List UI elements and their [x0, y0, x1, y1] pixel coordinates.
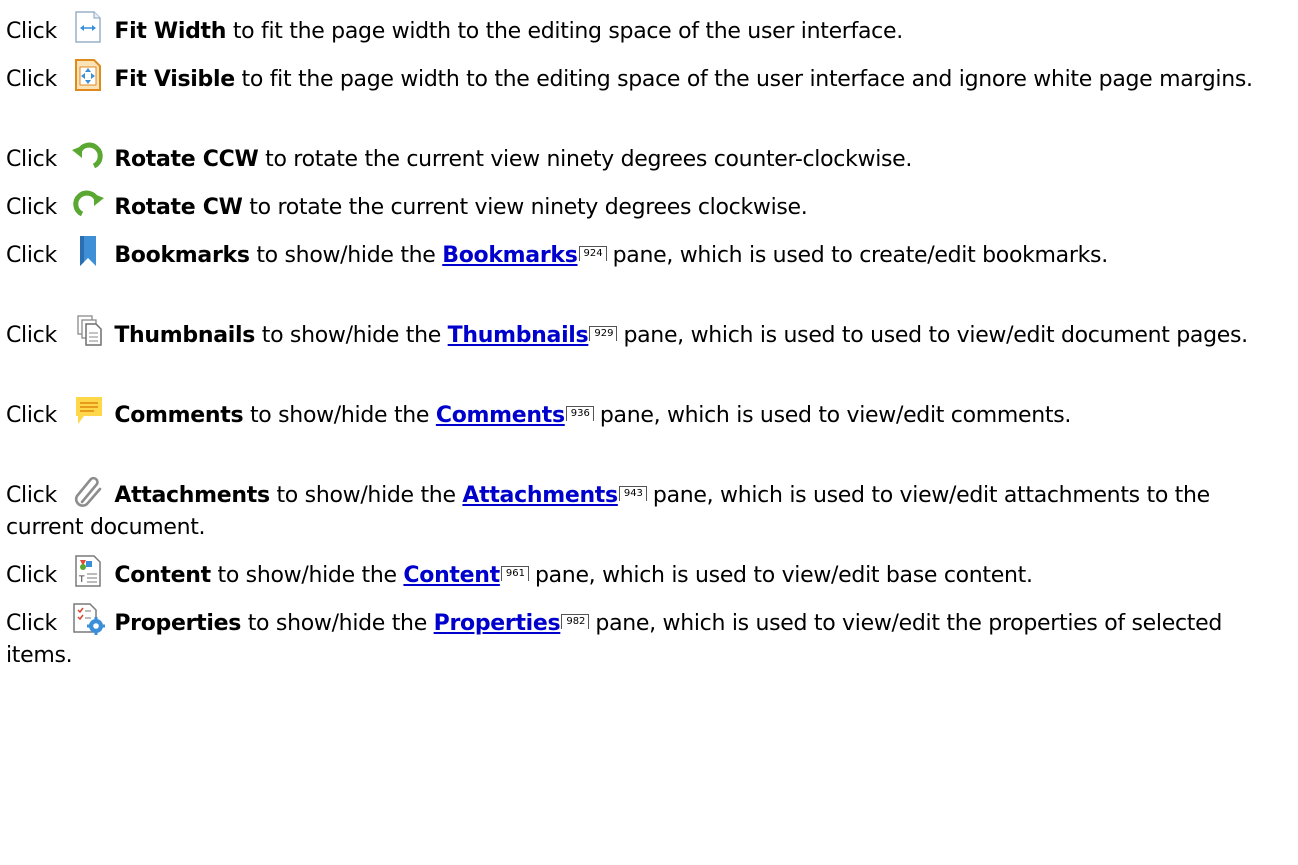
paragraph-properties: Click Properties to show/hide the Proper… [6, 602, 1286, 672]
rotate-cw-description: to rotate the current view ninety degree… [249, 195, 808, 220]
bookmarks-name: Bookmarks [114, 243, 250, 268]
comments-icon [70, 394, 106, 428]
content-name: Content [114, 563, 211, 588]
thumbnails-page-ref: 929 [589, 326, 618, 341]
content-post: pane, which is used to view/edit base co… [534, 563, 1033, 588]
paragraph-bookmarks: Click Bookmarks to show/hide the Bookmar… [6, 234, 1286, 272]
attachments-name: Attachments [114, 483, 270, 508]
paragraph-attachments: Click Attachments to show/hide the Attac… [6, 474, 1286, 544]
click-label: Click [6, 563, 57, 588]
fit-width-description: to fit the page width to the editing spa… [232, 19, 903, 44]
rotate-ccw-description: to rotate the current view ninety degree… [265, 147, 913, 172]
click-label: Click [6, 323, 57, 348]
properties-name: Properties [114, 611, 242, 636]
comments-pre: to show/hide the [249, 403, 430, 428]
fit-width-icon [70, 10, 106, 44]
thumbnails-icon [70, 314, 106, 348]
thumbnails-name: Thumbnails [114, 323, 256, 348]
click-label: Click [6, 195, 57, 220]
paragraph-thumbnails: Click Thumbnails to show/hide the Thumbn… [6, 314, 1286, 352]
click-label: Click [6, 483, 57, 508]
paragraph-content: Click T Content to show/hide the Content… [6, 554, 1286, 592]
attachments-pre: to show/hide the [276, 483, 456, 508]
comments-post: pane, which is used to view/edit comment… [599, 403, 1072, 428]
comments-link[interactable]: Comments [436, 403, 565, 428]
thumbnails-pre: to show/hide the [261, 323, 442, 348]
bookmarks-post: pane, which is used to create/edit bookm… [612, 243, 1109, 268]
thumbnails-post: pane, which is used to used to view/edit… [623, 323, 1248, 348]
help-document: Click Fit Width to fit the page width to… [0, 0, 1298, 865]
properties-icon [70, 602, 106, 636]
comments-name: Comments [114, 403, 244, 428]
svg-text:T: T [78, 575, 85, 585]
fit-width-name: Fit Width [114, 19, 227, 44]
click-label: Click [6, 147, 57, 172]
rotate-cw-icon [70, 186, 106, 220]
rotate-cw-name: Rotate CW [114, 195, 243, 220]
content-page-ref: 961 [500, 566, 529, 581]
paragraph-comments: Click Comments to show/hide the Comments… [6, 394, 1286, 432]
content-link[interactable]: Content [403, 563, 500, 588]
fit-visible-name: Fit Visible [114, 67, 235, 92]
bookmarks-page-ref: 924 [578, 246, 607, 261]
properties-page-ref: 982 [561, 614, 590, 629]
click-label: Click [6, 67, 57, 92]
bookmarks-pre: to show/hide the [256, 243, 436, 268]
properties-link[interactable]: Properties [434, 611, 561, 636]
fit-visible-description: to fit the page width to the editing spa… [241, 67, 1254, 92]
content-icon: T [70, 554, 106, 588]
paragraph-rotate-cw: Click Rotate CW to rotate the current vi… [6, 186, 1286, 224]
content-pre: to show/hide the [217, 563, 398, 588]
paragraph-fit-visible: Click Fit Visible to fit the page width … [6, 58, 1286, 96]
thumbnails-link[interactable]: Thumbnails [448, 323, 589, 348]
rotate-ccw-icon [70, 138, 106, 172]
attachments-link[interactable]: Attachments [462, 483, 618, 508]
click-label: Click [6, 243, 57, 268]
rotate-ccw-name: Rotate CCW [114, 147, 259, 172]
fit-visible-icon [70, 58, 106, 92]
paragraph-fit-width: Click Fit Width to fit the page width to… [6, 10, 1286, 48]
paragraph-rotate-ccw: Click Rotate CCW to rotate the current v… [6, 138, 1286, 176]
attachments-icon [70, 474, 106, 508]
click-label: Click [6, 611, 57, 636]
bookmarks-icon [70, 234, 106, 268]
properties-pre: to show/hide the [247, 611, 428, 636]
bookmarks-link[interactable]: Bookmarks [442, 243, 578, 268]
click-label: Click [6, 19, 57, 44]
attachments-page-ref: 943 [618, 486, 647, 501]
comments-page-ref: 936 [565, 406, 594, 421]
click-label: Click [6, 403, 57, 428]
